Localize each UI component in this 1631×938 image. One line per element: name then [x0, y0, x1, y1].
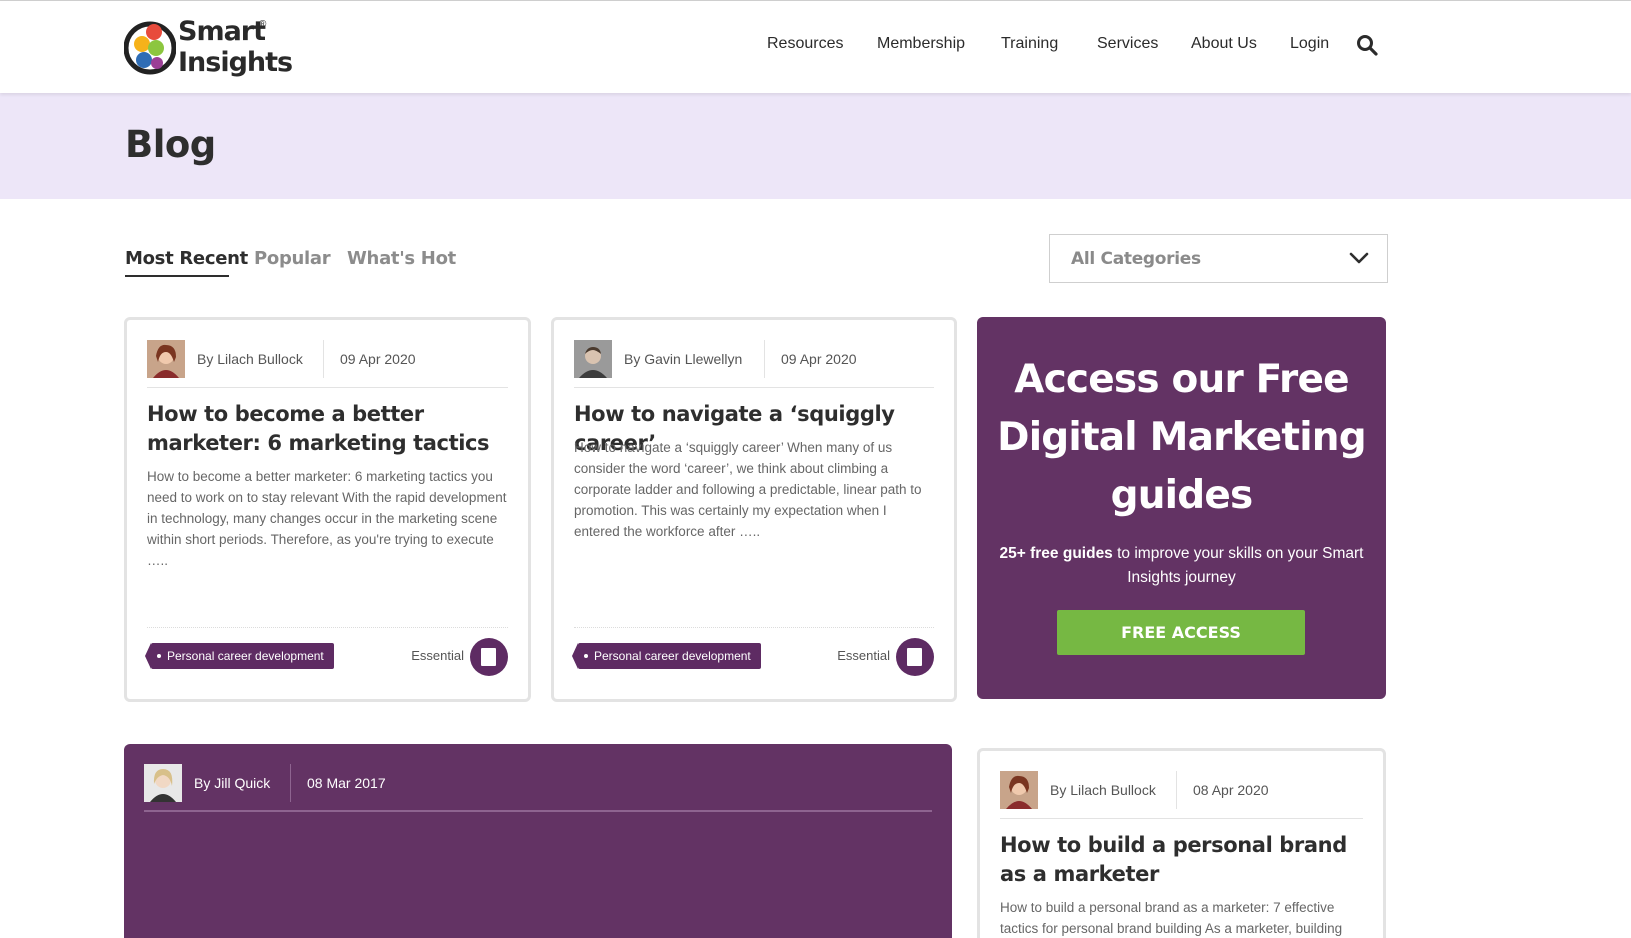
post-meta: By Lilach Bullock 08 Apr 2020: [1000, 771, 1363, 819]
book-icon: [470, 638, 508, 676]
post-title[interactable]: How to build a personal brand as a marke…: [1000, 831, 1365, 889]
post-footer: Personal career development Essential: [145, 627, 508, 679]
site-header: Smart Insights ® Resources Membership Tr…: [0, 1, 1631, 93]
author-avatar: [144, 764, 182, 802]
post-author[interactable]: By Jill Quick: [194, 775, 270, 791]
nav-training[interactable]: Training: [1001, 35, 1058, 53]
search-icon: [1357, 35, 1378, 56]
post-excerpt: How to become a better marketer: 6 marke…: [147, 469, 507, 568]
post-card[interactable]: By Lilach Bullock 09 Apr 2020 How to bec…: [124, 317, 531, 702]
promo-subtitle-rest: to improve your skills on your Smart Ins…: [1112, 545, 1364, 586]
category-tag[interactable]: Personal career development: [145, 643, 334, 669]
category-dropdown[interactable]: All Categories: [1049, 234, 1388, 283]
featured-post-card[interactable]: By Jill Quick 08 Mar 2017: [124, 744, 952, 938]
meta-divider: [323, 340, 324, 378]
nav-about-us[interactable]: About Us: [1191, 35, 1257, 53]
tab-whats-hot[interactable]: What's Hot: [347, 248, 456, 269]
post-excerpt: How to build a personal brand as a marke…: [1000, 900, 1343, 936]
page-hero: Blog: [0, 93, 1631, 199]
post-meta: By Gavin Llewellyn 09 Apr 2020: [574, 340, 934, 388]
search-button[interactable]: [1356, 34, 1380, 58]
post-meta: By Jill Quick 08 Mar 2017: [144, 764, 932, 812]
meta-divider: [1176, 771, 1177, 809]
post-footer: Personal career development Essential: [572, 627, 934, 679]
main-nav: Resources Membership Training Services A…: [0, 35, 1631, 59]
post-date: 09 Apr 2020: [781, 351, 857, 367]
post-title[interactable]: How to become a better marketer: 6 marke…: [147, 400, 510, 458]
author-avatar: [1000, 771, 1038, 809]
nav-resources[interactable]: Resources: [767, 35, 843, 53]
post-date: 08 Mar 2017: [307, 775, 386, 791]
nav-services[interactable]: Services: [1097, 35, 1158, 53]
chevron-down-icon: [1349, 252, 1369, 264]
post-card[interactable]: By Gavin Llewellyn 09 Apr 2020 How to na…: [551, 317, 957, 702]
free-guides-promo: Access our Free Digital Marketing guides…: [977, 317, 1386, 699]
level-label: Essential: [411, 648, 464, 663]
free-access-button[interactable]: FREE ACCESS: [1057, 610, 1305, 655]
promo-subtitle-bold: 25+ free guides: [999, 545, 1113, 562]
promo-title: Access our Free Digital Marketing guides: [997, 357, 1367, 518]
promo-subtitle: 25+ free guides to improve your skills o…: [977, 542, 1386, 590]
category-tag[interactable]: Personal career development: [572, 643, 761, 669]
post-date: 09 Apr 2020: [340, 351, 416, 367]
nav-login[interactable]: Login: [1290, 35, 1329, 53]
logo-registered-mark: ®: [259, 19, 267, 30]
post-author[interactable]: By Lilach Bullock: [1050, 782, 1156, 798]
tab-popular[interactable]: Popular: [254, 248, 331, 269]
active-tab-indicator: [125, 275, 229, 277]
author-avatar: [147, 340, 185, 378]
post-meta: By Lilach Bullock 09 Apr 2020: [147, 340, 508, 388]
nav-membership[interactable]: Membership: [877, 35, 965, 53]
post-author[interactable]: By Gavin Llewellyn: [624, 351, 742, 367]
level-label: Essential: [837, 648, 890, 663]
meta-divider: [290, 764, 291, 802]
author-avatar: [574, 340, 612, 378]
post-card[interactable]: By Lilach Bullock 08 Apr 2020 How to bui…: [977, 748, 1386, 938]
book-icon: [896, 638, 934, 676]
post-date: 08 Apr 2020: [1193, 782, 1269, 798]
meta-divider: [764, 340, 765, 378]
page-title: Blog: [125, 123, 216, 166]
category-dropdown-value: All Categories: [1071, 249, 1201, 269]
post-author[interactable]: By Lilach Bullock: [197, 351, 303, 367]
post-excerpt: How to navigate a ‘squiggly career’ When…: [574, 440, 922, 539]
tab-most-recent[interactable]: Most Recent: [125, 248, 248, 269]
